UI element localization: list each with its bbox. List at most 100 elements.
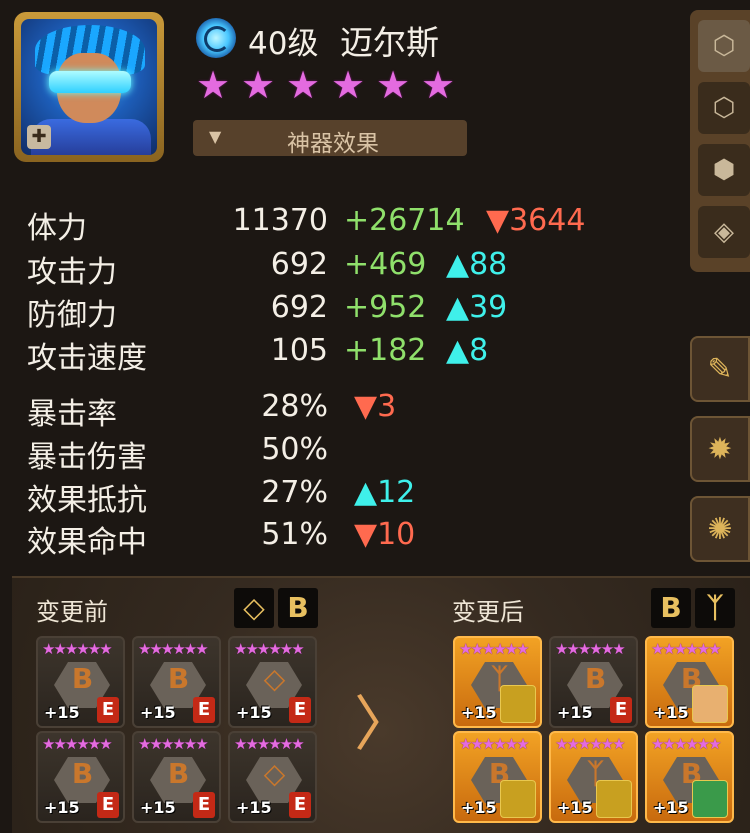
increase-arrow-icon: ▲ (446, 247, 470, 282)
rune-stars: ★★★★★★ (651, 735, 722, 753)
rune-set-glyph: ◇ (263, 662, 286, 695)
rune-stars: ★★★★★★ (651, 640, 722, 658)
rune-grade-badge: E (289, 697, 311, 723)
hero-avatar: ✚ (21, 19, 157, 155)
rune-slot[interactable]: ★★★★★★ ◇ +15 E (228, 731, 317, 823)
equipped-monster-avatar (692, 780, 728, 818)
equipped-monster-avatar (500, 780, 536, 818)
rune-slot[interactable]: ★★★★★★ B +15 E (132, 636, 221, 728)
set-effect-icon: ◇ (234, 588, 274, 628)
rune-set-icon[interactable]: ✹ (690, 416, 750, 482)
stat-diff-value: 10 (377, 517, 416, 552)
rune-stars: ★★★★★★ (234, 640, 305, 658)
rune-grade-badge: E (97, 697, 119, 723)
rune-level: +15 (140, 703, 176, 722)
rune-set-glyph: B (71, 662, 94, 695)
rune-set-glyph: B (167, 662, 190, 695)
rune-slot[interactable]: ★★★★★★ B +15 E (132, 731, 221, 823)
stat-base-value: 692 (270, 247, 328, 282)
rune-slot[interactable]: ★★★★★★ B +15 (645, 731, 734, 823)
rune-level: +15 (236, 703, 272, 722)
rune-slot[interactable]: ★★★★★★ ◇ +15 E (228, 636, 317, 728)
equipped-monster-avatar (596, 780, 632, 818)
star-icon: ★ (421, 63, 456, 107)
set-effect-icon: B (278, 588, 318, 628)
artifact-effect-label: 神器效果 (287, 131, 379, 157)
stat-base-value: 692 (270, 290, 328, 325)
stat-label: 体力 (27, 211, 87, 246)
stat-base-value: 28% (261, 389, 328, 424)
hero-portrait[interactable]: ✚ (14, 12, 164, 162)
stat-label: 暴击伤害 (27, 440, 147, 475)
star-icon: ★ (376, 63, 411, 107)
rune-set-glyph: ◇ (263, 757, 286, 790)
rune-set-glyph: B (167, 757, 190, 790)
stat-diff: ▼3 (354, 389, 396, 424)
hero-visor (49, 71, 131, 93)
after-title: 变更后 (452, 598, 524, 626)
hero-stars: ★ ★ ★ ★ ★ ★ (196, 66, 459, 104)
rune-level: +15 (44, 798, 80, 817)
rune-level: +15 (461, 703, 497, 722)
rune-slot[interactable]: ★★★★★★ B +15 E (549, 636, 638, 728)
stat-bonus-value: +469 (344, 247, 427, 282)
decrease-arrow-icon: ▼ (354, 389, 378, 424)
stat-base-value: 105 (270, 333, 328, 368)
set-effect-icon: B (651, 588, 691, 628)
rune-remove-icon[interactable]: ✺ (690, 496, 750, 562)
rune-level: +15 (653, 703, 689, 722)
rune-stars: ★★★★★★ (555, 735, 626, 753)
stat-diff: ▲39 (446, 290, 507, 325)
stat-diff-value: 3 (377, 389, 397, 424)
side-tab-panel: ⬡ ⬡ ⬢ ◈ (690, 10, 750, 272)
stat-base-value: 27% (261, 475, 328, 510)
cube-icon[interactable]: ⬢ (698, 144, 750, 196)
rune-stars: ★★★★★★ (42, 735, 113, 753)
rune-stars: ★★★★★★ (459, 735, 530, 753)
stat-diff-value: 39 (469, 290, 508, 325)
rune-grade-badge: E (193, 792, 215, 818)
rune-grade-badge: E (610, 697, 632, 723)
stat-diff-value: 8 (469, 333, 489, 368)
rune-grade-badge: E (97, 792, 119, 818)
hero-level: 40级 (248, 26, 319, 62)
edit-settings-icon[interactable]: ✎ (690, 336, 750, 402)
decrease-arrow-icon: ▼ (354, 517, 378, 552)
hexagon-rune-icon[interactable]: ⬡ (698, 20, 750, 72)
stat-label: 效果命中 (27, 525, 147, 560)
rune-slot[interactable]: ★★★★★★ B +15 (453, 731, 542, 823)
rune-stars: ★★★★★★ (138, 640, 209, 658)
rune-stars: ★★★★★★ (459, 640, 530, 658)
rune-slot[interactable]: ★★★★★★ B +15 E (36, 636, 125, 728)
rune-set-glyph: B (71, 757, 94, 790)
rune-grade-badge: E (289, 792, 311, 818)
artifact-effect-button[interactable]: ▼ 神器效果 (193, 120, 467, 157)
stat-bonus-value: +182 (344, 333, 427, 368)
stat-base-value: 50% (261, 432, 328, 467)
rune-slot[interactable]: ★★★★★★ ᛉ +15 (549, 731, 638, 823)
stat-diff-value: 3644 (509, 203, 586, 238)
stat-base-value: 11370 (232, 203, 328, 238)
rune-level: +15 (653, 798, 689, 817)
rune-stars: ★★★★★★ (555, 640, 626, 658)
tag-icon[interactable]: ◈ (698, 206, 750, 258)
stat-diff: ▼10 (354, 517, 415, 552)
stat-diff-value: 12 (377, 475, 416, 510)
rune-slot[interactable]: ★★★★★★ B +15 (645, 636, 734, 728)
stat-label: 攻击力 (27, 255, 117, 290)
rune-slot[interactable]: ★★★★★★ B +15 E (36, 731, 125, 823)
increase-arrow-icon: ▲ (354, 475, 378, 510)
star-icon: ★ (196, 63, 231, 107)
rune-slot[interactable]: ★★★★★★ ᛉ +15 (453, 636, 542, 728)
next-arrow-icon: 〉 (354, 690, 414, 760)
star-icon: ★ (241, 63, 276, 107)
decrease-arrow-icon: ▼ (486, 203, 510, 238)
equipped-monster-avatar (500, 685, 536, 723)
stat-diff: ▼3644 (486, 203, 585, 238)
stat-label: 防御力 (27, 298, 117, 333)
wind-element-icon (196, 18, 236, 58)
rune-level: +15 (461, 798, 497, 817)
set-effect-icon: ᛉ (695, 588, 735, 628)
equipped-monster-avatar (692, 685, 728, 723)
rune-slot-icon[interactable]: ⬡ (698, 82, 750, 134)
